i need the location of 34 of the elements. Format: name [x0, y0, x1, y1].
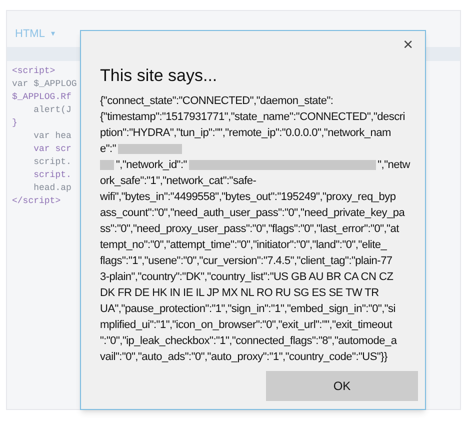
code-line: script. [32, 157, 72, 167]
message-text: 3-plain","country":"DK","country_list":"US GB AU BR CA CN CZ [100, 270, 394, 285]
message-text: flags":"1","usene":"0","cur_version":"7.4.5","client_tag":"plain-77 [100, 254, 392, 269]
message-text: ","network_id":" [116, 158, 187, 173]
code-line: head.ap [32, 183, 72, 193]
code-line: <script> [12, 66, 56, 76]
redaction-bar [118, 144, 182, 154]
message-text: ":"0","ip_leak_checkbox":"1","connected_flags":"8","automode_a [100, 334, 397, 349]
message-text: ork_safe":"1","network_cat":"safe- [100, 174, 256, 189]
code-line: var $_APPLOG [12, 79, 77, 89]
message-text: wifi","bytes_in":"4499558","bytes_out":"195249","proxy_req_byp [100, 190, 396, 205]
message-text: e":" [100, 142, 116, 157]
message-text: ption":"HYDRA","tun_ip":"","remote_ip":"0.0.0.0","network_nam [100, 126, 391, 141]
message-text: ss":"0","need_proxy_user_pass":"0","flags":"0","last_error":"0","at [100, 222, 399, 237]
message-text: vail":"0","auto_ads":"0","auto_proxy":"1","country_code":"US"}} [100, 350, 388, 365]
dialog-title: This site says... [100, 65, 218, 87]
message-text: {"timestamp":"1517931771","state_name":"CONNECTED","descri [100, 110, 405, 125]
code-line: </script> [12, 196, 61, 206]
ok-button[interactable]: OK [266, 371, 418, 401]
code-line: } [12, 118, 18, 128]
message-text: tempt_no":"0","attempt_time":"0","initiator":"0","land":"0","elite_ [100, 238, 387, 253]
message-text: mplified_ui":"1","icon_on_browser":"0","exit_url":"","exit_timeout [100, 318, 392, 333]
code-line: var scr [32, 144, 72, 154]
code-line: $_APPLOG.Rf [12, 92, 72, 102]
close-button[interactable]: × [403, 35, 413, 55]
code-line: script. [32, 170, 72, 180]
message-text: ass_count":"0","need_auth_user_pass":"0","need_private_key_pa [100, 206, 405, 221]
redaction-bar [100, 160, 114, 170]
code-line: alert(J [32, 105, 72, 115]
message-text: ","netw [378, 158, 410, 173]
code-line: var hea [32, 131, 72, 141]
message-text: {"connect_state":"CONNECTED","daemon_state": [100, 94, 334, 109]
message-text: DK FR DE HK IN IE IL JP MX NL RO RU SG ES SE TW TR [100, 286, 379, 301]
message-text: UA","pause_protection":"1","sign_in":"1","embed_sign_in":"0","si [100, 302, 396, 317]
